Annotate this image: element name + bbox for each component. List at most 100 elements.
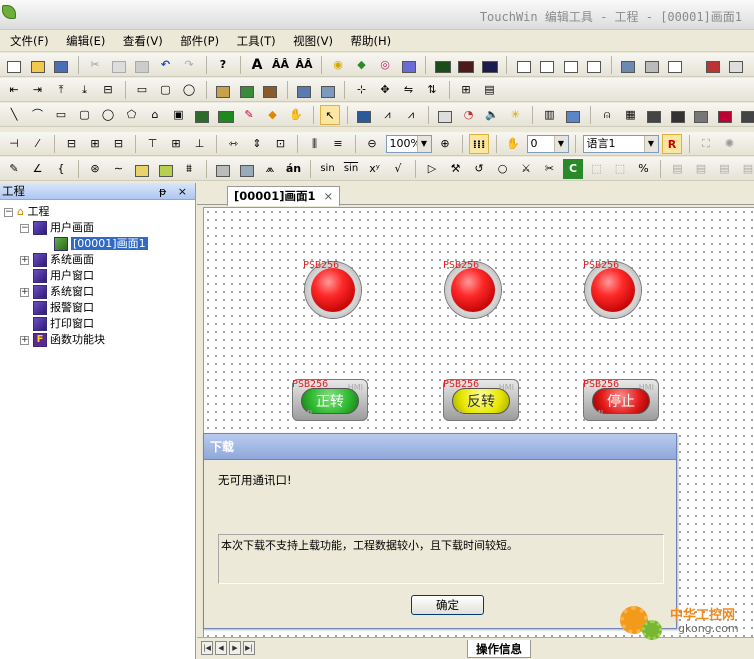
same-size-icon[interactable]: ⊡ [271,134,291,154]
hand-draw-icon[interactable]: ✋ [286,105,306,125]
fill-icon[interactable]: ◆ [263,105,283,125]
save-icon[interactable] [51,55,71,75]
redo-icon[interactable]: ↷ [179,55,199,75]
pattern-icon[interactable] [156,159,176,179]
printer-icon[interactable] [642,55,662,75]
settings-icon[interactable]: ✺ [720,134,740,154]
barcode-icon[interactable]: ▦ [621,105,641,125]
cross-icon[interactable]: ⩕ [260,159,280,179]
text-an-icon[interactable]: án [284,159,304,179]
align-center-h-icon[interactable]: ⊞ [85,134,105,154]
help-icon[interactable]: ? [213,55,233,75]
last-tab-icon[interactable]: ▶| [243,641,255,655]
align-left-edge-icon[interactable]: ⊟ [62,134,82,154]
scissors-icon[interactable]: ✂ [540,159,560,179]
user-icon[interactable] [715,105,735,125]
close-tab-icon[interactable]: × [324,189,334,203]
pentagon-icon[interactable]: ⌂ [145,105,165,125]
chart-icon[interactable] [354,105,374,125]
zoom-in-icon[interactable]: ⊕ [435,134,455,154]
tree-node-user-windows[interactable]: 用户窗口 [33,268,94,284]
tree-node-print-windows[interactable]: 打印窗口 [33,316,94,332]
trend-icon[interactable]: ⩘ [378,105,398,125]
same-width-icon[interactable]: ⇿ [224,134,244,154]
align-top-edge-icon[interactable]: ⊤ [143,134,163,154]
c-block-icon[interactable]: C [563,159,583,179]
cut-icon[interactable]: ✂ [85,55,105,75]
meter-icon[interactable] [435,105,455,125]
cursor-icon[interactable]: ⊹ [352,80,372,100]
flip-icon[interactable]: ⇋ [399,80,419,100]
align-center-icon[interactable]: ⊟ [98,80,118,100]
circle-grid-icon[interactable]: ⊛ [85,159,105,179]
cm-icon[interactable] [216,105,236,125]
box-icon[interactable]: ⬚ [587,159,607,179]
rectangle-icon[interactable]: ▭ [51,105,71,125]
num-display3-icon[interactable] [480,55,500,75]
rect-icon[interactable]: ▭ [132,80,152,100]
video-icon[interactable] [668,105,688,125]
report-icon[interactable] [738,105,754,125]
tree-node-function-blocks[interactable]: + F 函数功能块 [20,332,105,348]
picture-icon[interactable] [399,55,419,75]
numpad-icon[interactable] [665,55,685,75]
text-aa-icon[interactable]: ÂÂ [271,55,291,75]
light-icon[interactable]: ✳ [506,105,526,125]
doc-icon-2[interactable]: ▤ [691,159,711,179]
tag-icon[interactable] [213,159,233,179]
pen-icon[interactable]: ✎ [4,159,24,179]
copy-icon[interactable] [109,55,129,75]
image-icon[interactable] [563,105,583,125]
front-icon[interactable] [294,80,314,100]
move-icon[interactable]: ✥ [375,80,395,100]
style-icon[interactable]: ⁄ [28,134,48,154]
collapse-icon[interactable]: − [4,207,13,217]
align-bottom-edge-icon[interactable]: ⊥ [190,134,210,154]
align-top-icon[interactable]: ⤒ [51,80,71,100]
doc-icon-3[interactable]: ▤ [715,159,735,179]
menu-edit[interactable]: 编辑(E) [59,30,112,52]
rotate-icon[interactable] [237,80,257,100]
line-width-select[interactable]: 0 ▼ [526,135,569,153]
ladder-icon[interactable]: ⩩ [179,159,199,179]
language-r-icon[interactable]: R [662,134,682,154]
menu-tools[interactable]: 工具(T) [230,30,283,52]
doc-icon-1[interactable]: ▤ [668,159,688,179]
sound-icon[interactable]: 🔈 [482,105,502,125]
back-icon[interactable] [318,80,338,100]
clock-icon[interactable]: ◔ [459,105,479,125]
diode-icon[interactable]: ▷ [422,159,442,179]
trend2-icon[interactable]: ⩘ [401,105,421,125]
wrench-icon[interactable]: ⚒ [446,159,466,179]
fullscreen-icon[interactable]: ⛶ [696,134,716,154]
tree-node-alarm-windows[interactable]: 报警窗口 [33,300,94,316]
lamp-icon[interactable]: ◉ [328,55,348,75]
tab-screen1[interactable]: [00001]画面1 × [227,186,341,206]
collapse-icon[interactable]: − [20,223,29,233]
gem-icon[interactable]: ◆ [352,55,372,75]
tree-node-screen1[interactable]: [00001]画面1 [54,236,148,252]
first-tab-icon[interactable]: |◀ [201,641,213,655]
menu-view[interactable]: 查看(V) [116,30,170,52]
num-input-icon[interactable] [514,55,534,75]
sin-icon[interactable]: sin [318,159,338,179]
text-aa2-icon[interactable]: ÂÂ [294,55,314,75]
undo-icon[interactable]: ↶ [156,55,176,75]
align-right-edge-icon[interactable]: ⊟ [109,134,129,154]
ellipse-icon[interactable]: ◯ [179,80,199,100]
recipe-icon[interactable] [691,105,711,125]
menu-window[interactable]: 视图(V) [286,30,340,52]
align-bottom-icon[interactable]: ⤓ [75,80,95,100]
camera-icon[interactable] [644,105,664,125]
align-middle-icon[interactable]: ⊞ [166,134,186,154]
grid-icon[interactable] [726,55,746,75]
rounded-rectangle-icon[interactable]: ▢ [75,105,95,125]
wave-icon[interactable]: ∼ [109,159,129,179]
bitmap-icon[interactable] [192,105,212,125]
sqrt-icon[interactable]: √ [388,159,408,179]
bar-icon[interactable]: ▥ [540,105,560,125]
menu-file[interactable]: 文件(F) [0,30,56,52]
frame-icon[interactable]: ▣ [169,105,189,125]
space-h-icon[interactable]: ⫼ [305,134,325,154]
expand-icon[interactable]: + [20,255,29,265]
